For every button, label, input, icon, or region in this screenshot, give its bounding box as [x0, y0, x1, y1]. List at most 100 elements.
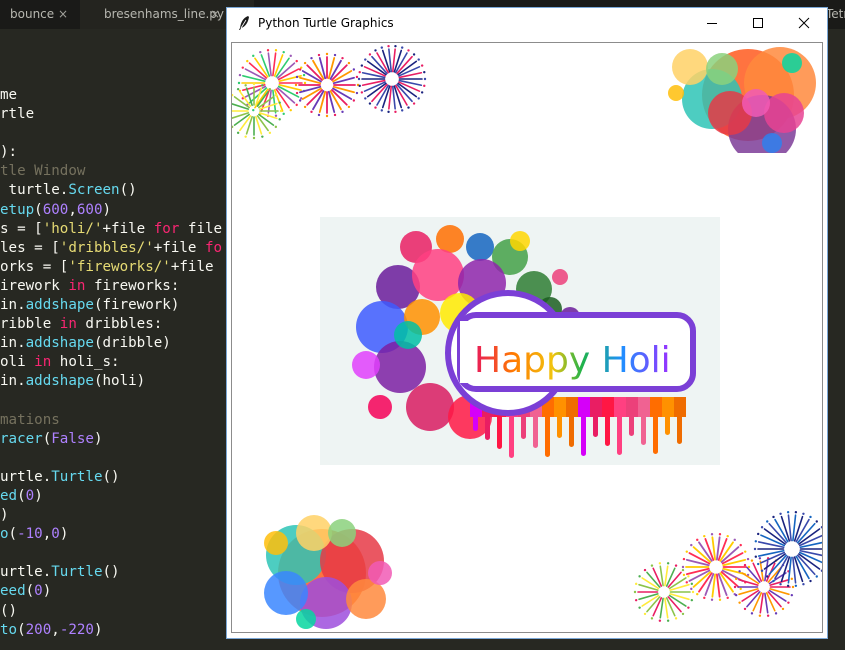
tab-label: bresenhams_line.py	[104, 7, 224, 21]
code-token: in.	[0, 297, 26, 314]
window-titlebar[interactable]: Python Turtle Graphics	[227, 8, 827, 39]
code-line: urtle.Turtle()	[0, 563, 240, 582]
maximize-button[interactable]	[735, 8, 781, 39]
window-title: Python Turtle Graphics	[258, 16, 394, 30]
feather-icon	[239, 16, 249, 30]
code-token: (	[17, 487, 26, 504]
code-token: oli	[0, 354, 35, 371]
code-line: oli in holi_s:	[0, 353, 240, 372]
tab-close-icon[interactable]: ×	[58, 0, 68, 29]
code-token: )	[93, 430, 103, 447]
code-line: turtle.Screen()	[0, 181, 240, 200]
code-line: in.addshape(dribble)	[0, 334, 240, 353]
code-token: in.	[0, 335, 26, 352]
code-token: (	[42, 430, 52, 447]
code-line: les = ['dribbles/'+file fo	[0, 239, 240, 258]
code-token: ()	[102, 468, 120, 485]
code-line: irework in fireworks:	[0, 277, 240, 296]
code-token: ed	[0, 487, 18, 504]
code-token: in	[59, 316, 77, 333]
fireworks-shape-bottom-right	[633, 511, 822, 622]
code-token: 'fireworks/'	[68, 258, 171, 275]
code-token: les = [	[0, 239, 60, 256]
code-token: urtle.	[0, 564, 52, 581]
code-token: orks = [	[0, 258, 69, 275]
code-token: in	[34, 354, 52, 371]
code-token: -220	[59, 621, 94, 638]
code-token: 0	[34, 583, 43, 600]
code-line: in.addshape(holi)	[0, 372, 240, 391]
code-token: mations	[0, 411, 60, 428]
code-line: rtle	[0, 105, 240, 124]
code-token: addshape	[25, 297, 94, 314]
code-token: addshape	[25, 373, 94, 390]
code-token: )	[59, 526, 69, 543]
code-token: ribble	[0, 316, 60, 333]
close-button[interactable]	[781, 8, 827, 39]
code-token: in	[68, 277, 86, 294]
code-token: fo	[205, 239, 223, 256]
code-token: -10	[17, 526, 43, 543]
code-line: ribble in dribbles:	[0, 315, 240, 334]
code-line: )	[0, 506, 240, 525]
tab-label: Tetr	[826, 7, 845, 21]
code-token: irework	[0, 277, 69, 294]
code-line: mations	[0, 411, 240, 430]
dribbles-shape-bottom-left	[264, 515, 392, 629]
code-token: fireworks:	[85, 277, 180, 294]
code-line: me	[0, 86, 240, 105]
code-token: ,	[42, 526, 52, 543]
code-token: (	[25, 583, 35, 600]
code-token: ()	[119, 182, 137, 199]
code-token: )	[0, 507, 9, 524]
code-token: me	[0, 87, 18, 103]
code-line: o(-10,0)	[0, 525, 240, 544]
code-token: +file	[153, 239, 206, 256]
code-token: Turtle	[51, 468, 103, 485]
code-line: orks = ['fireworks/'+file	[0, 258, 240, 277]
code-token: (holi)	[93, 373, 146, 390]
tab-label: bounce	[10, 7, 55, 21]
code-token: file	[179, 220, 223, 237]
code-token: (	[17, 621, 26, 638]
code-line: ed(0)	[0, 487, 240, 506]
tab-bounce[interactable]: bounce ×	[0, 0, 90, 29]
code-token: for	[153, 220, 180, 237]
holi-banner-shape: Happy Holi	[320, 217, 720, 465]
code-token: 0	[51, 526, 60, 543]
close-icon	[798, 17, 810, 29]
code-token: 'dribbles/'	[59, 239, 154, 256]
code-token: Turtle	[51, 564, 103, 581]
code-token: False	[51, 430, 94, 447]
code-token: )	[34, 487, 43, 504]
code-token: addshape	[25, 335, 94, 352]
minimize-button[interactable]	[689, 8, 735, 39]
tab-tetr[interactable]: Tetr	[826, 0, 845, 29]
code-token: (firework)	[93, 297, 180, 314]
code-token: ):	[0, 144, 18, 161]
turtle-canvas[interactable]: Happy Holi	[231, 42, 823, 633]
code-token: )	[42, 583, 52, 600]
code-token: (dribble)	[93, 335, 171, 352]
code-token: etup	[0, 201, 35, 218]
minimize-icon	[707, 23, 717, 24]
code-token: Screen	[68, 182, 120, 199]
banner-text: Happy Holi	[474, 340, 671, 381]
code-token: eed	[0, 583, 26, 600]
code-line: s = ['holi/'+file for file	[0, 220, 240, 239]
code-token: 600	[76, 201, 103, 218]
code-token: tle Window	[0, 163, 86, 180]
code-line: tle Window	[0, 162, 240, 181]
code-line: eed(0)	[0, 582, 240, 601]
dribbles-shape-top-right	[668, 47, 816, 153]
tab-close-icon[interactable]: ×	[210, 0, 220, 29]
code-editor[interactable]: me rtle): tle Window turtle.Screen() etup (6…	[0, 86, 240, 646]
code-line: urtle.Turtle()	[0, 468, 240, 487]
code-token: ,	[68, 201, 77, 218]
code-token: (	[8, 526, 18, 543]
code-token: 'holi/'	[42, 220, 103, 237]
